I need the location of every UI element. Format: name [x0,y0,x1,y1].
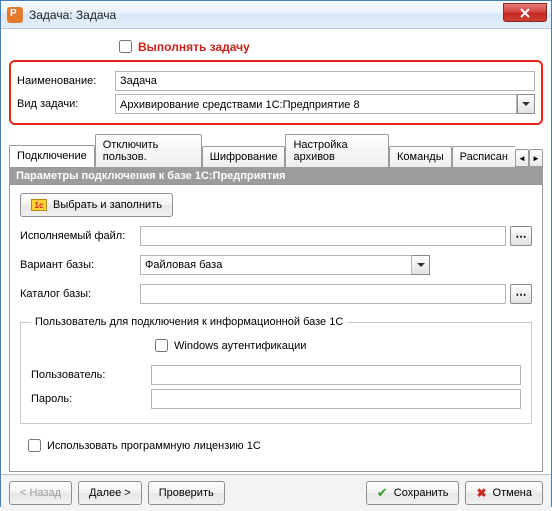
chevron-down-icon [417,261,425,269]
execute-task-checkbox[interactable] [119,40,132,53]
base-catalog-browse-button[interactable]: ⋯ [510,284,532,304]
back-label: < Назад [20,487,61,499]
tab-body: Параметры подключения к базе 1С:Предприя… [9,167,543,472]
one-c-icon: 1c [31,199,47,211]
select-and-fill-label: Выбрать и заполнить [53,199,162,211]
tabs-scroll-right[interactable]: ► [529,149,543,167]
close-icon [520,8,530,18]
close-button[interactable] [503,3,547,22]
ellipsis-icon: ⋯ [516,230,527,243]
base-catalog-input[interactable] [140,284,506,304]
auth-group: Пользователь для подключения к информаци… [20,316,532,424]
check-icon: ✔ [377,485,388,501]
tabs: Подключение Отключить пользов. Шифровани… [9,133,543,167]
titlebar: Задача: Задача [1,1,551,29]
select-and-fill-button[interactable]: 1c Выбрать и заполнить [20,193,173,217]
tab-archive-settings[interactable]: Настройка архивов [285,134,389,167]
password-input[interactable] [151,389,521,409]
task-type-label: Вид задачи: [17,98,115,110]
execute-task-row: Выполнять задачу [9,35,543,60]
base-variant-dropdown-button[interactable] [412,255,430,275]
password-label: Пароль: [31,393,151,405]
tab-commands[interactable]: Команды [389,146,452,167]
ellipsis-icon: ⋯ [516,288,527,301]
name-label: Наименование: [17,75,115,87]
back-button[interactable]: < Назад [9,481,72,505]
save-button[interactable]: ✔ Сохранить [366,481,460,505]
tab-encryption[interactable]: Шифрование [202,146,286,167]
check-label: Проверить [159,487,214,499]
executable-label: Исполняемый файл: [20,230,140,242]
tab-disconnect-users[interactable]: Отключить пользов. [95,134,202,167]
tab-connection[interactable]: Подключение [9,145,95,167]
base-variant-label: Вариант базы: [20,259,140,271]
connection-section-header: Параметры подключения к базе 1С:Предприя… [10,167,542,185]
check-button[interactable]: Проверить [148,481,225,505]
app-icon [7,7,23,23]
task-type-dropdown-button[interactable] [517,94,535,114]
cancel-icon: ✖ [476,486,486,500]
chevron-down-icon [522,100,530,108]
user-input[interactable] [151,365,521,385]
bottom-bar: < Назад Далее > Проверить ✔ Сохранить ✖ … [1,474,551,511]
next-button[interactable]: Далее > [78,481,142,505]
save-label: Сохранить [394,487,449,499]
tab-schedule[interactable]: Расписан [452,146,515,167]
program-license-checkbox[interactable] [28,439,41,452]
windows-auth-checkbox[interactable] [155,339,168,352]
auth-legend: Пользователь для подключения к информаци… [31,316,347,328]
execute-task-label: Выполнять задачу [138,40,250,54]
next-label: Далее > [89,487,131,499]
executable-input[interactable] [140,226,506,246]
base-catalog-label: Каталог базы: [20,288,140,300]
name-input[interactable] [115,71,535,91]
base-variant-select[interactable] [140,255,412,275]
windows-auth-label: Windows аутентификации [174,340,306,352]
task-main-group: Наименование: Вид задачи: Архивирование … [9,60,543,125]
cancel-button[interactable]: ✖ Отмена [465,481,543,505]
cancel-label: Отмена [493,487,532,499]
executable-browse-button[interactable]: ⋯ [510,226,532,246]
task-type-select[interactable]: Архивирование средствами 1С:Предприятие … [115,94,517,114]
program-license-label: Использовать программную лицензию 1С [47,440,261,452]
user-label: Пользователь: [31,369,151,381]
tabs-scroll-left[interactable]: ◄ [515,149,529,167]
window-title: Задача: Задача [29,8,116,22]
